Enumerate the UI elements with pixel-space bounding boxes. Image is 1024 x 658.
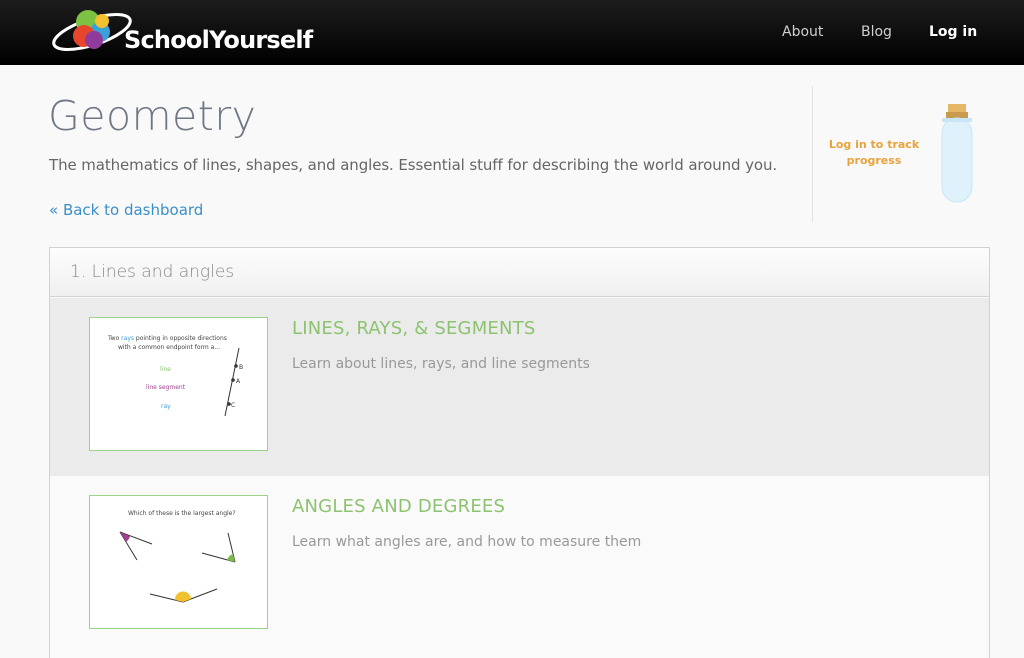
nav-login-link[interactable]: Log in <box>929 24 977 40</box>
thumb-option-ray: ray <box>161 403 171 410</box>
nav-blog-link[interactable]: Blog <box>861 24 892 40</box>
lesson-description: Learn what angles are, and how to measur… <box>292 534 642 550</box>
test-tube-icon <box>938 100 976 206</box>
logo-wordmark: SchoolYourself <box>124 26 313 54</box>
lesson-thumbnail[interactable]: Two rays pointing in opposite directions… <box>89 317 268 451</box>
thumb-prompt-line2: with a common endpoint form a... <box>118 344 220 351</box>
page-subtitle: The mathematics of lines, shapes, and an… <box>49 156 778 174</box>
svg-text:Two rays pointing in opposite: Two rays pointing in opposite directions <box>107 335 227 342</box>
top-nav-bar: SchoolYourself About Blog Log in <box>0 0 1024 65</box>
thumb-point-c: C <box>231 402 235 409</box>
divider <box>812 86 813 222</box>
section-header[interactable]: 1. Lines and angles <box>50 248 989 297</box>
section-panel: 1. Lines and angles Two rays pointing in… <box>49 247 990 658</box>
back-to-dashboard-link[interactable]: « Back to dashboard <box>49 201 203 219</box>
nav-about-link[interactable]: About <box>782 24 823 40</box>
log-in-to-track-progress-link[interactable]: Log in to track progress <box>826 137 922 169</box>
thumb-prompt-a: Two <box>107 335 121 342</box>
thumb-option-line: line <box>160 366 171 373</box>
thumb-point-b: B <box>239 364 243 371</box>
lines-diagram: Two rays pointing in opposite directions… <box>107 335 243 417</box>
lesson-lines-rays-segments[interactable]: Two rays pointing in opposite directions… <box>50 298 989 476</box>
lesson-angles-and-degrees[interactable]: Which of these is the largest angle? ANG… <box>50 476 989 654</box>
thumb-prompt-c: pointing in opposite directions <box>134 335 227 342</box>
lesson-title[interactable]: LINES, RAYS, & SEGMENTS <box>292 318 536 339</box>
angles-diagram: Which of these is the largest angle? <box>119 510 236 603</box>
thumb-prompt: Which of these is the largest angle? <box>128 510 236 517</box>
page-title: Geometry <box>48 92 257 140</box>
thumb-prompt-b: rays <box>121 335 134 342</box>
section-title: 1. Lines and angles <box>70 262 235 282</box>
lesson-title[interactable]: ANGLES AND DEGREES <box>292 496 505 517</box>
thumb-option-segment: line segment <box>146 384 186 391</box>
lesson-description: Learn about lines, rays, and line segmen… <box>292 356 590 372</box>
lesson-thumbnail[interactable]: Which of these is the largest angle? <box>89 495 268 629</box>
thumb-point-a: A <box>236 378 241 385</box>
